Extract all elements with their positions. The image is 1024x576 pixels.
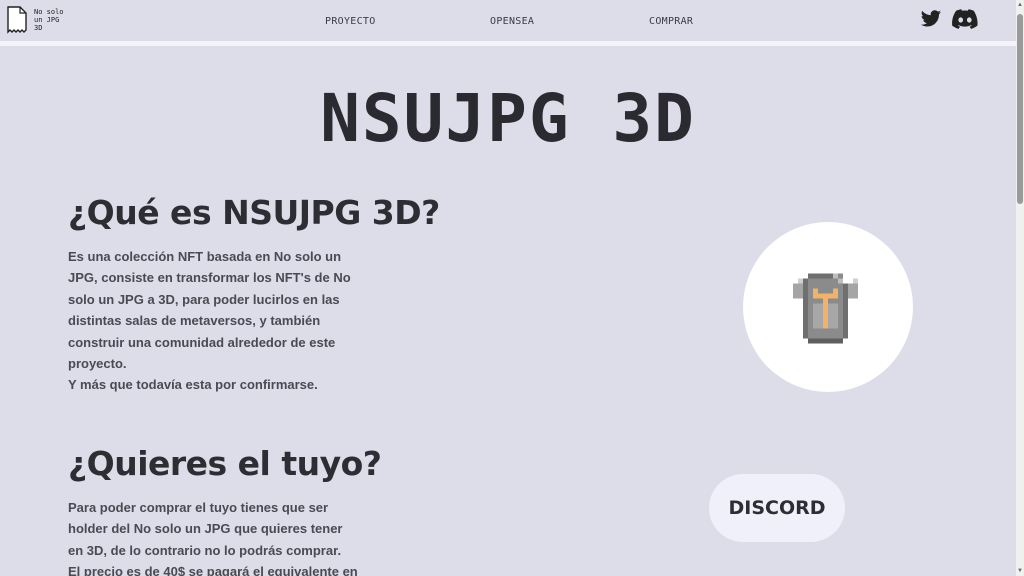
header-divider: [0, 41, 1016, 46]
twitter-icon[interactable]: [920, 8, 942, 30]
file-logo-icon: [7, 6, 27, 34]
scroll-up-arrow-icon[interactable]: ▲: [1016, 0, 1024, 10]
nav-opensea[interactable]: OPENSEA: [490, 16, 534, 27]
discord-icon[interactable]: [952, 8, 978, 30]
scroll-thumb[interactable]: [1017, 14, 1023, 204]
scroll-down-arrow-icon[interactable]: ▼: [1016, 566, 1024, 576]
section-body-want: Para poder comprar el tuyo tienes que se…: [68, 500, 358, 576]
nav-proyecto[interactable]: PROYECTO: [325, 16, 376, 27]
section-title-what: ¿Qué es NSUJPG 3D?: [68, 193, 440, 232]
site-logo[interactable]: No solo un JPG 3D: [6, 6, 66, 36]
logo-text: No solo un JPG 3D: [34, 8, 64, 32]
page-title: NSUJPG 3D: [320, 80, 696, 157]
nft-preview-card: [743, 222, 913, 392]
nav-comprar[interactable]: COMPRAR: [649, 16, 693, 27]
section-title-want: ¿Quieres el tuyo?: [68, 444, 382, 483]
top-navigation-bar: No solo un JPG 3D PROYECTO OPENSEA COMPR…: [0, 0, 1016, 41]
vertical-scrollbar[interactable]: ▲ ▼: [1016, 0, 1024, 576]
nft-pixel-art-image: [793, 273, 858, 344]
discord-button[interactable]: DISCORD: [709, 474, 845, 542]
section-body-what: Es una colección NFT basada en No solo u…: [68, 249, 351, 393]
